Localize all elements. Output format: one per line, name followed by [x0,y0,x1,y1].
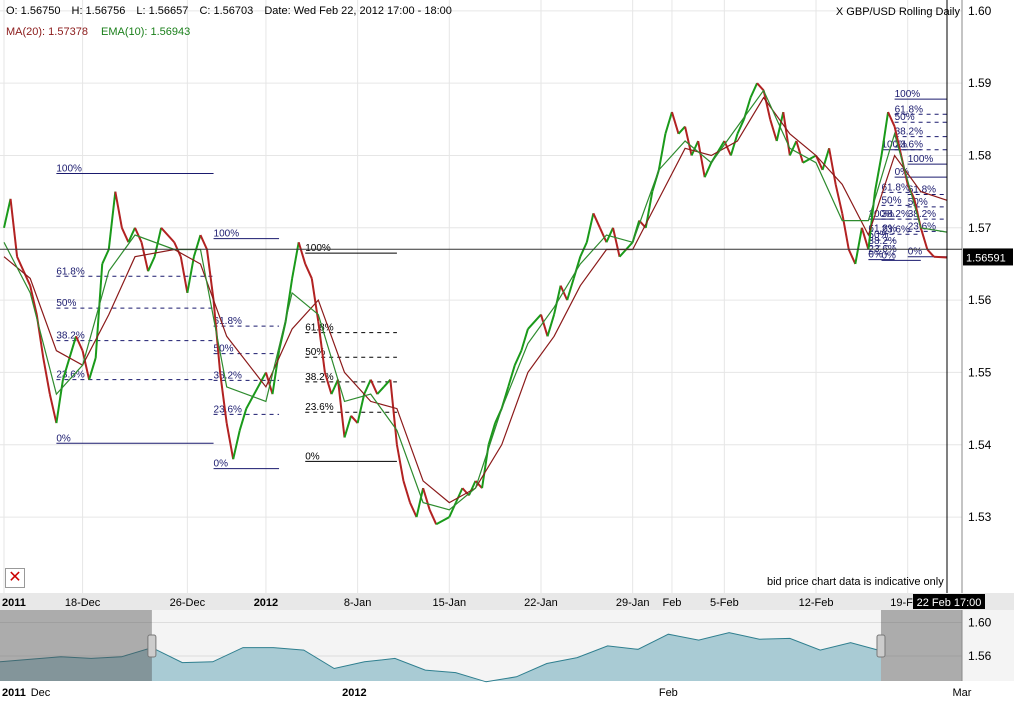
price-chart[interactable]: 1.53 1.54 1.55 1.56 1.57 1.58 1.59 1.60 100% 61.8… [0,0,1014,702]
x-tick-label: 22-Jan [524,597,558,609]
fib-level-label: 0% [214,459,229,470]
navigator-mask-right [880,610,962,681]
fib-level-label: 38.2% [882,209,910,220]
x-tick-label: 15-Jan [432,597,466,609]
fib-level-label: 38.2% [56,331,84,342]
navigator-x-label: 2012 [342,687,366,699]
fib-level-label: 100% [56,164,82,175]
fib-level-label: 100% [214,229,240,240]
fib-level-label: 0% [882,250,897,261]
indicator-readout: MA(20): 1.57378 EMA(10): 1.56943 [6,26,190,38]
y-tick-label: 1.59 [968,76,992,90]
y-tick-label: 1.57 [968,221,992,235]
y-tick-label: 1.54 [968,438,992,452]
x-tick-label: 2011 [2,597,26,609]
close-icon: ✕ [8,569,22,586]
x-axis-strip [0,593,1014,610]
fib-level-label: 50% [214,344,234,355]
chart-stage: 1.53 1.54 1.55 1.56 1.57 1.58 1.59 1.60 100% 61.8… [0,0,1014,702]
ohlc-readout: O: 1.56750 H: 1.56756 L: 1.56657 C: 1.56… [6,5,460,17]
fib-level-label: 23.6% [214,404,242,415]
fib-level-label: 61.8% [214,316,242,327]
navigator-handle[interactable] [147,634,157,658]
fib-level-label: 100% [908,154,934,165]
instrument-title: X GBP/USD Rolling Daily [835,6,960,18]
last-price-label: 1.56591 [966,252,1006,264]
fib-level-label: 50% [895,112,915,123]
x-tick-label: 12-Feb [799,597,834,609]
close-chart-button[interactable]: ✕ [5,568,25,588]
navigator-y-label: 1.60 [968,616,992,630]
fib-level-label: 38.2% [305,372,333,383]
x-tick-label: 26-Dec [170,597,206,609]
fib-level-label: 0% [56,433,71,444]
x-tick-label: 8-Jan [344,597,372,609]
plot-area [0,0,1014,593]
fib-level-label: 0% [908,247,923,258]
high-value: H: 1.56756 [71,5,126,17]
navigator-x-label: Dec [31,687,51,699]
price-segment [933,255,948,259]
y-tick-label: 1.56 [968,293,992,307]
navigator-x-label: 2011 [2,687,26,699]
fib-level-label: 100% [305,243,331,254]
fib-level-label: 38.2% [895,127,923,138]
fib-level-label: 61.8% [56,266,84,277]
fib-level-label: 38.2% [908,209,936,220]
low-value: L: 1.56657 [136,5,189,17]
y-tick-label: 1.55 [968,365,992,379]
fib-level-label: 23.6% [305,402,333,413]
navigator-mask-left [0,610,152,681]
fib-level-label: 38.2% [214,370,242,381]
fib-level-label: 50% [882,195,902,206]
x-tick-label: 18-Dec [65,597,101,609]
ma20-value: MA(20): 1.57378 [6,26,88,38]
disclaimer-text: bid price chart data is indicative only [767,576,944,588]
crosshair-date-label: 22 Feb 17:00 [917,597,982,609]
close-value: C: 1.56703 [199,5,254,17]
fib-level-label: 100% [895,89,921,100]
fib-level-label: 0% [305,451,320,462]
fib-level-label: 23.6% [882,224,910,235]
ema10-value: EMA(10): 1.56943 [101,26,191,38]
navigator-x-label: Feb [659,687,678,699]
x-tick-label: 5-Feb [710,597,739,609]
y-tick-label: 1.53 [968,510,992,524]
open-value: O: 1.56750 [6,5,61,17]
navigator-y-label: 1.56 [968,649,992,663]
x-tick-label: 29-Jan [616,597,650,609]
navigator-x-label: Mar [953,687,972,699]
y-tick-label: 1.58 [968,148,992,162]
y-tick-label: 1.60 [968,4,992,18]
x-tick-label: Feb [662,597,681,609]
fib-level-label: 50% [56,298,76,309]
navigator-handle[interactable] [876,634,886,658]
fib-level-label: 50% [908,197,928,208]
date-value: Date: Wed Feb 22, 2012 17:00 - 18:00 [264,5,452,17]
x-tick-label: 2012 [254,597,278,609]
